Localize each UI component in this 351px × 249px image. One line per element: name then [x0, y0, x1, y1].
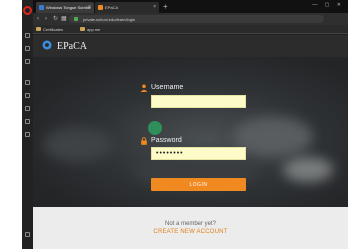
bookmark-label: app.me: [87, 27, 101, 32]
browser-tab-1[interactable]: Windows Tongue Subtitle ×: [36, 2, 94, 13]
cursor-highlight: [148, 121, 162, 135]
browser-sidebar: [22, 0, 33, 249]
create-account-link[interactable]: CREATE NEW ACCOUNT: [33, 229, 348, 235]
secure-lock-icon: [74, 17, 78, 21]
login-section: Username Password •••••••• LOGIN: [33, 57, 348, 207]
close-tab-icon[interactable]: ×: [153, 4, 156, 10]
not-member-text: Not a member yet?: [164, 221, 217, 227]
tab-title: EPaCA: [105, 5, 119, 10]
sidebar-news-icon[interactable]: [25, 59, 30, 64]
tab-favicon-icon: [98, 5, 103, 10]
tab-title: Windows Tongue Subtitle: [46, 5, 91, 10]
close-tab-icon[interactable]: ×: [88, 4, 91, 10]
password-label-text: Password: [151, 137, 182, 144]
user-icon: [140, 84, 148, 92]
sidebar-messenger-icon[interactable]: [25, 46, 30, 51]
password-label: Password: [141, 137, 182, 145]
grid-icon[interactable]: ▦: [61, 14, 67, 24]
navigation-bar: ‹ › ↻ ▦ private.school.edu/learn/login: [33, 13, 348, 29]
bookmark-label: Certificates: [43, 27, 64, 32]
username-label: Username: [140, 84, 184, 92]
tab-strip: Windows Tongue Subtitle × EPaCA × + — ▢ …: [33, 0, 348, 13]
forward-icon[interactable]: ›: [45, 14, 47, 24]
window-controls[interactable]: — ▢ ✕: [312, 2, 344, 8]
username-label-text: Username: [151, 84, 184, 91]
app-header: EPaCA: [33, 35, 348, 57]
epaca-logo-icon: [42, 40, 52, 50]
tab-favicon-icon: [39, 5, 44, 10]
bookmarks-bar: Certificates app.me: [33, 25, 348, 34]
opera-logo-icon[interactable]: [23, 6, 32, 15]
browser-tab-2[interactable]: EPaCA ×: [95, 2, 159, 13]
password-input[interactable]: ••••••••: [151, 147, 246, 160]
bookmark-item[interactable]: Certificates: [35, 26, 63, 33]
lock-icon: [141, 137, 147, 145]
sidebar-history-icon[interactable]: [25, 106, 30, 111]
folder-icon: [36, 27, 41, 31]
sidebar-heart-icon[interactable]: [25, 93, 30, 98]
sidebar-clock-icon[interactable]: [25, 119, 30, 124]
bookmark-item[interactable]: app.me: [79, 26, 100, 33]
new-tab-button[interactable]: +: [163, 2, 168, 11]
sidebar-collapse-icon[interactable]: [25, 232, 30, 237]
browser-menu-icon[interactable]: [330, 16, 344, 29]
back-icon[interactable]: ‹: [37, 14, 39, 24]
reload-icon[interactable]: ↻: [53, 14, 58, 24]
sidebar-speed-dial-icon[interactable]: [25, 33, 30, 38]
signup-footer: Not a member yet? CREATE NEW ACCOUNT: [33, 207, 348, 249]
app-logo-text[interactable]: EPaCA: [57, 41, 87, 52]
username-input[interactable]: [151, 95, 246, 108]
url-text: private.school.edu/learn/login: [83, 17, 136, 22]
address-bar[interactable]: private.school.edu/learn/login: [69, 15, 324, 23]
sidebar-settings-icon[interactable]: [25, 132, 30, 137]
folder-icon: [80, 27, 85, 31]
login-button[interactable]: LOGIN: [151, 178, 246, 191]
sidebar-bookmarks-icon[interactable]: [25, 80, 30, 85]
